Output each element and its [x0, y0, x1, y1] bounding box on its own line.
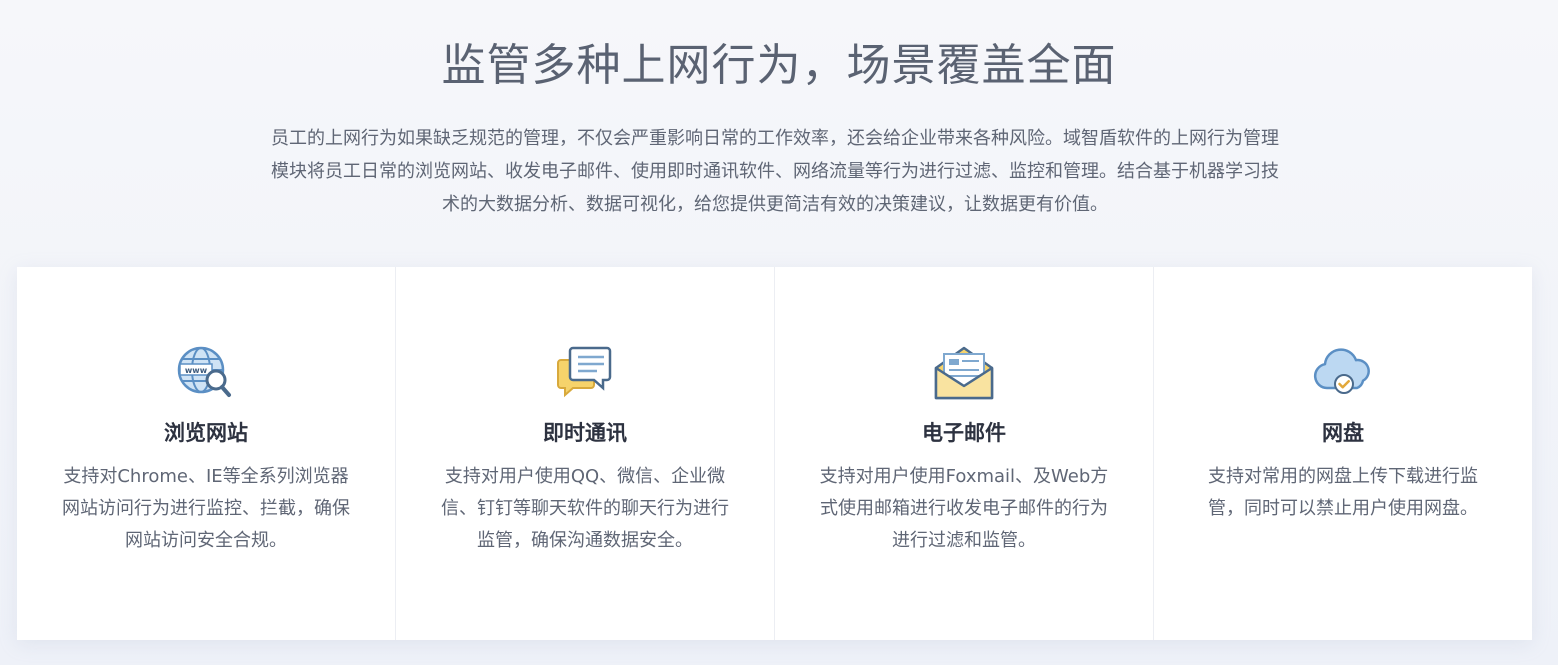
page-title: 监管多种上网行为，场景覆盖全面	[441, 40, 1117, 91]
card-title: 即时通讯	[543, 421, 627, 445]
card-title: 电子邮件	[922, 421, 1006, 445]
card-description: 支持对Chrome、IE等全系列浏览器网站访问行为进行监控、拦截，确保网站访问安…	[62, 466, 350, 551]
card-description: 支持对常用的网盘上传下载进行监管，同时可以禁止用户使用网盘。	[1208, 466, 1478, 519]
feature-card-browsing: www 浏览网站 支持对Chrome、IE等全系列浏览器网站访问行为进行监控、拦…	[17, 267, 396, 640]
feature-card-cloud-drive: 网盘 支持对常用的网盘上传下载进行监管，同时可以禁止用户使用网盘。	[1154, 267, 1532, 640]
feature-cards: www 浏览网站 支持对Chrome、IE等全系列浏览器网站访问行为进行监控、拦…	[17, 267, 1532, 640]
card-description: 支持对用户使用Foxmail、及Web方式使用邮箱进行收发电子邮件的行为进行过滤…	[819, 466, 1109, 551]
feature-card-email: 电子邮件 支持对用户使用Foxmail、及Web方式使用邮箱进行收发电子邮件的行…	[775, 267, 1154, 640]
card-title: 网盘	[1322, 421, 1364, 445]
intro-paragraph: 员工的上网行为如果缺乏规范的管理，不仅会严重影响日常的工作效率，还会给企业带来各…	[271, 128, 1279, 215]
feature-card-im: 即时通讯 支持对用户使用QQ、微信、企业微信、钉钉等聊天软件的聊天行为进行监管，…	[396, 267, 775, 640]
svg-text:www: www	[185, 366, 208, 375]
envelope-icon	[932, 342, 996, 402]
chat-bubbles-icon	[553, 342, 617, 402]
globe-search-icon: www	[174, 342, 238, 402]
card-title: 浏览网站	[164, 421, 248, 445]
card-description: 支持对用户使用QQ、微信、企业微信、钉钉等聊天软件的聊天行为进行监管，确保沟通数…	[441, 466, 729, 551]
cloud-check-icon	[1311, 342, 1375, 402]
